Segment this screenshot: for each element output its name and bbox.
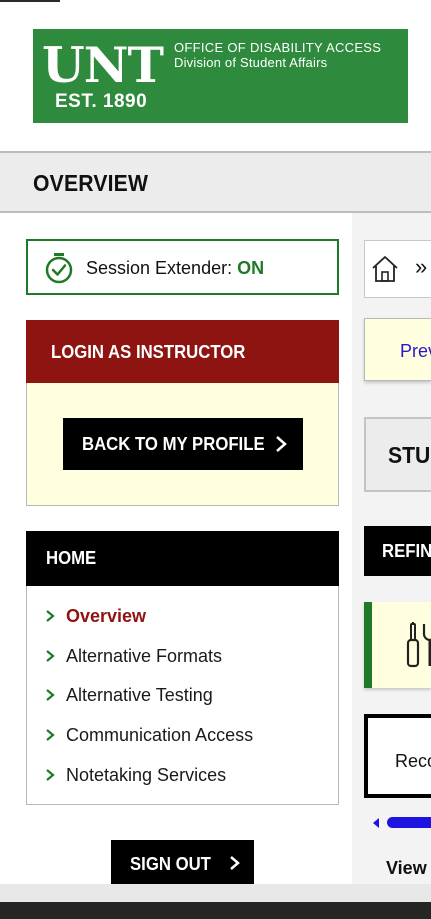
home-nav-item-notetaking-services[interactable]: Notetaking Services: [45, 761, 330, 789]
chevron-right-icon: [276, 436, 287, 452]
page-title-bar: OVERVIEW: [0, 151, 431, 213]
home-nav-label: Alternative Formats: [66, 646, 223, 666]
session-extender-state: ON: [237, 258, 265, 278]
back-to-my-profile-label: BACK TO MY PROFILE: [82, 434, 265, 454]
top-edge-line: [0, 0, 60, 2]
chevron-right-icon: [46, 769, 55, 781]
bottom-dark-bar: [0, 902, 431, 919]
sign-out-label: SIGN OUT: [130, 854, 211, 874]
student-section-header: STUD: [364, 417, 431, 492]
division-name: Division of Student Affairs: [174, 55, 328, 70]
home-nav-label: Overview: [66, 606, 147, 626]
chevron-right-icon: [230, 856, 240, 870]
login-as-instructor-title: LOGIN AS INSTRUCTOR: [51, 342, 246, 362]
chevron-right-icon: [46, 689, 55, 701]
student-section-title: STUD: [388, 442, 431, 468]
refine-header[interactable]: REFIN: [364, 526, 431, 576]
home-nav-label: Communication Access: [66, 725, 254, 745]
session-extender-text: Session Extender:: [86, 258, 233, 278]
session-extender-label: Session Extender: ON: [86, 257, 264, 279]
unt-logo-text: UNT: [42, 36, 164, 94]
est-text: EST. 1890: [55, 91, 148, 112]
office-name: OFFICE OF DISABILITY ACCESS: [174, 40, 382, 55]
recommendation-panel: Reco: [364, 714, 431, 798]
previous-link[interactable]: Prev: [400, 339, 431, 363]
home-nav-list: Overview Alternative Formats Alternative…: [26, 586, 339, 805]
login-as-instructor-panel: BACK TO MY PROFILE: [26, 383, 339, 506]
view-label: View: [386, 858, 427, 878]
sign-out-button[interactable]: SIGN OUT: [111, 840, 254, 885]
stopwatch-icon: [45, 253, 73, 284]
home-nav-header: HOME: [26, 531, 339, 586]
scroll-left-arrow-icon[interactable]: [371, 817, 381, 829]
home-nav-item-communication-access[interactable]: Communication Access: [45, 721, 330, 749]
page-title: OVERVIEW: [33, 170, 149, 196]
home-nav-title: HOME: [46, 548, 97, 568]
tools-icon: [406, 622, 431, 668]
refine-title: REFIN: [382, 541, 431, 561]
tools-notice-panel: [364, 602, 431, 688]
breadcrumb-separator: »: [415, 254, 428, 279]
horizontal-scrollbar-thumb[interactable]: [387, 817, 431, 828]
recommendation-text: Reco: [395, 751, 431, 771]
home-nav-label: Notetaking Services: [66, 765, 227, 785]
login-as-instructor-header: LOGIN AS INSTRUCTOR: [26, 320, 339, 383]
unt-oda-banner[interactable]: UNT EST. 1890 OFFICE OF DISABILITY ACCES…: [33, 29, 408, 123]
session-extender[interactable]: Session Extender: ON: [26, 239, 339, 295]
back-to-my-profile-button[interactable]: BACK TO MY PROFILE: [63, 418, 303, 470]
breadcrumb: »: [364, 240, 431, 298]
previous-link-panel: Prev: [364, 318, 431, 381]
home-nav-item-overview[interactable]: Overview: [45, 602, 330, 630]
home-nav-item-alternative-testing[interactable]: Alternative Testing: [45, 681, 330, 709]
home-icon[interactable]: [370, 254, 400, 284]
home-nav-item-alternative-formats[interactable]: Alternative Formats: [45, 642, 330, 670]
chevron-right-icon: [46, 610, 55, 622]
chevron-right-icon: [46, 650, 55, 662]
home-nav-label: Alternative Testing: [66, 685, 213, 705]
chevron-right-icon: [46, 729, 55, 741]
